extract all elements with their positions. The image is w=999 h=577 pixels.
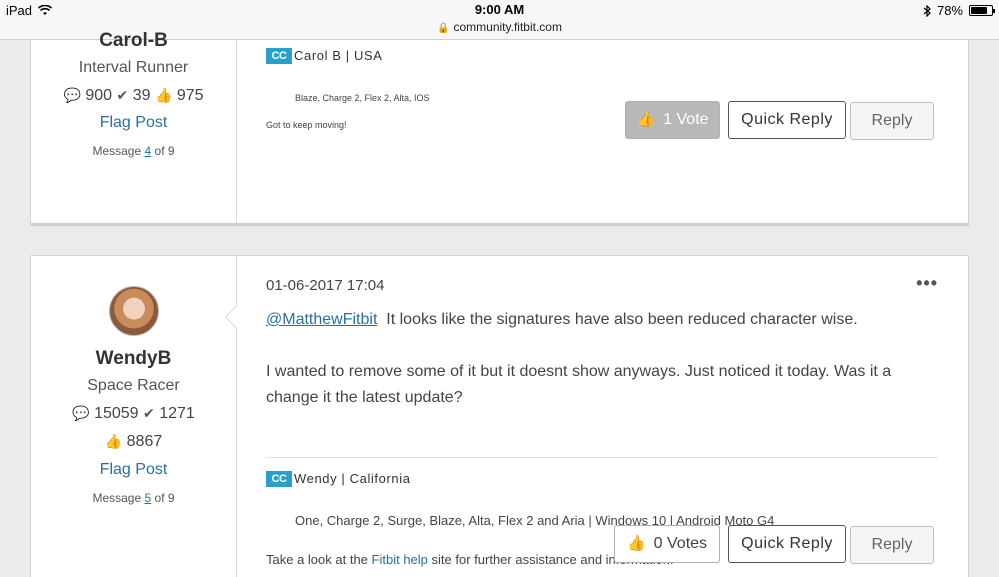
thumbs-up-icon: 👍: [154, 87, 173, 103]
flag-post-link[interactable]: Flag Post: [100, 114, 168, 132]
vote-button[interactable]: 👍 0 Votes: [614, 525, 720, 563]
post-body-line-1: @MatthewFitbit It looks like the signatu…: [266, 307, 938, 333]
vote-button[interactable]: 👍 1 Vote: [625, 101, 720, 139]
author-panel: WendyB Space Racer 💬 15059 ✔ 1271 👍 8867…: [31, 256, 237, 577]
message-prefix: Message: [92, 144, 142, 158]
author-rank: Space Racer: [87, 377, 180, 394]
thumbs-up-icon: 👍: [636, 111, 656, 128]
author-username[interactable]: Carol-B: [31, 30, 236, 52]
author-stats: 💬 900 ✔ 39 👍 975: [31, 87, 236, 105]
post-content: 01-06-2017 17:04 ••• @MatthewFitbit It l…: [224, 256, 968, 577]
fitbit-help-link[interactable]: Fitbit help: [372, 552, 428, 567]
signature-help: Take a look at the Fitbit help site for …: [266, 552, 674, 567]
battery-fill: [971, 7, 987, 14]
vote-label: 0 Votes: [653, 535, 708, 552]
post-body-text: It looks like the signatures have also b…: [386, 311, 858, 328]
speech-bubble-icon: 💬: [63, 87, 81, 103]
signature-tagline: Got to keep moving!: [266, 120, 347, 130]
message-suffix: of 9: [154, 491, 175, 505]
signature-devices: Blaze, Charge 2, Flex 2, Alta, IOS: [295, 93, 430, 103]
reply-button[interactable]: Reply: [850, 102, 934, 140]
quick-reply-button[interactable]: Quick Reply: [728, 525, 846, 563]
message-number-link[interactable]: 5: [145, 491, 152, 505]
author-rank: Interval Runner: [78, 59, 189, 76]
signature-title: Wendy | California: [294, 471, 411, 487]
lock-icon: 🔒: [437, 23, 450, 34]
speech-bubble-icon: 💬: [72, 405, 90, 421]
kudos-count: 8867: [126, 433, 163, 450]
post-message-4: Carol-B Interval Runner 💬 900 ✔ 39 👍 975…: [30, 30, 969, 226]
thumbs-up-icon: 👍: [104, 433, 123, 449]
quick-reply-button[interactable]: Quick Reply: [728, 101, 846, 139]
avatar[interactable]: [108, 286, 159, 336]
post-message-5: WendyB Space Racer 💬 15059 ✔ 1271 👍 8867…: [30, 255, 969, 577]
posts-count: 15059: [94, 405, 139, 422]
cc-badge-icon: CC: [266, 47, 292, 64]
author-username[interactable]: WendyB: [31, 348, 236, 370]
signature-header: CC Carol B | USA: [266, 47, 382, 65]
checkmark-icon: ✔: [143, 405, 155, 421]
bluetooth-icon: [923, 4, 931, 17]
cc-badge-icon: CC: [266, 470, 292, 487]
clock: 9:00 AM: [474, 2, 525, 17]
message-suffix: of 9: [154, 144, 175, 158]
url-text: community.fitbit.com: [453, 20, 562, 34]
message-counter: Message 5 of 9: [31, 491, 236, 505]
thumbs-up-icon: 👍: [626, 535, 646, 552]
signature-header: CC Wendy | California: [266, 470, 411, 488]
author-panel: Carol-B Interval Runner 💬 900 ✔ 39 👍 975…: [31, 30, 237, 223]
signature-title: Carol B | USA: [294, 48, 383, 64]
post-datetime: 01-06-2017 17:04: [266, 277, 385, 294]
signature-divider: [266, 457, 938, 458]
post-body-paragraph: I wanted to remove some of it but it doe…: [266, 363, 892, 406]
solutions-count: 1271: [159, 405, 195, 422]
message-number-link[interactable]: 4: [145, 144, 152, 158]
battery-icon: [969, 5, 995, 16]
flag-post-link[interactable]: Flag Post: [100, 461, 168, 479]
solutions-count: 39: [132, 87, 151, 104]
more-options-icon[interactable]: •••: [916, 273, 938, 294]
reply-button[interactable]: Reply: [850, 526, 934, 564]
mention-link[interactable]: @MatthewFitbit: [266, 311, 377, 328]
posts-count: 900: [85, 87, 113, 104]
checkmark-icon: ✔: [116, 87, 129, 103]
author-stats: 💬 15059 ✔ 1271: [31, 405, 236, 423]
post-content: CC Carol B | USA Blaze, Charge 2, Flex 2,…: [237, 40, 968, 223]
signature-help-prefix: Take a look at the: [266, 552, 368, 567]
kudos-count: 975: [176, 87, 204, 104]
vote-label: 1 Vote: [663, 111, 709, 128]
status-right: 78%: [923, 3, 995, 18]
message-prefix: Message: [92, 491, 142, 505]
author-kudos: 👍 8867: [31, 433, 236, 451]
battery-percent: 78%: [936, 3, 963, 18]
message-counter: Message 4 of 9: [31, 144, 236, 158]
